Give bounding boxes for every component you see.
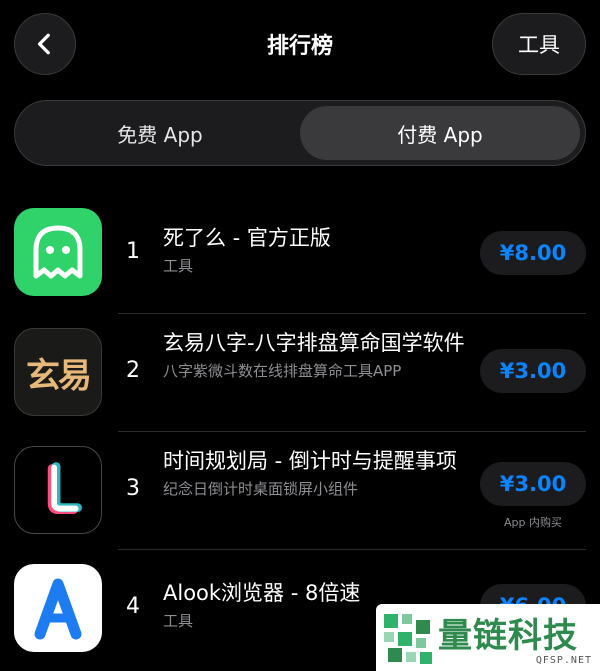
app-info: 时间规划局 - 倒计时与提醒事项 纪念日倒计时桌面锁屏小组件 — [163, 446, 473, 500]
app-name: 死了么 - 官方正版 — [163, 226, 331, 250]
app-subtitle: 纪念日倒计时桌面锁屏小组件 — [163, 480, 359, 498]
price-segment-control: 免费 App 付费 App — [14, 100, 586, 166]
page-title: 排行榜 — [266, 34, 333, 59]
app-info: 玄易八字-八字排盘算命国学软件 八字紫微斗数在线排盘算命工具APP — [163, 328, 473, 382]
tools-button[interactable]: 工具 — [492, 13, 586, 75]
watermark-text: 量链科技 — [438, 616, 578, 656]
app-info: 死了么 - 官方正版 工具 — [163, 223, 473, 277]
xuanyi-logo-text: 玄易 — [26, 355, 92, 396]
list-item[interactable]: 3 时间规划局 - 倒计时与提醒事项 纪念日倒计时桌面锁屏小组件 ¥3.00 A… — [0, 432, 600, 550]
app-subtitle: 八字紫微斗数在线排盘算命工具APP — [163, 362, 402, 380]
watermark-logo-icon — [384, 614, 432, 664]
tab-free-apps[interactable]: 免费 App — [20, 106, 300, 160]
watermark: 量链科技 QFSP.NET — [376, 604, 600, 671]
price-button[interactable]: ¥3.00 — [480, 462, 586, 506]
app-name: 时间规划局 - 倒计时与提醒事项 — [163, 449, 457, 473]
chevron-left-icon — [37, 33, 50, 55]
rank-number: 4 — [126, 594, 140, 619]
watermark-domain: QFSP.NET — [535, 655, 592, 666]
rank-number: 1 — [126, 239, 140, 264]
app-ranking-list: 1 死了么 - 官方正版 工具 ¥8.00 玄易 2 玄易八字-八字排盘算命国学… — [0, 196, 600, 668]
app-subtitle: 工具 — [163, 257, 194, 275]
app-name: 玄易八字-八字排盘算命国学软件 — [163, 331, 465, 355]
tab-paid-apps[interactable]: 付费 App — [300, 106, 580, 160]
letter-l-icon[interactable] — [14, 446, 102, 534]
back-button[interactable] — [14, 13, 76, 75]
ghost-icon[interactable] — [14, 208, 102, 296]
header: 排行榜 工具 — [0, 0, 600, 90]
price-button[interactable]: ¥8.00 — [480, 231, 586, 275]
letter-a-icon[interactable] — [14, 564, 102, 652]
ranking-page: 排行榜 工具 免费 App 付费 App 1 死了么 - 官方正版 工具 ¥8.… — [0, 0, 600, 671]
in-app-purchase-note: App 内购买 — [504, 516, 562, 529]
list-item[interactable]: 玄易 2 玄易八字-八字排盘算命国学软件 八字紫微斗数在线排盘算命工具APP ¥… — [0, 314, 600, 432]
xuanyi-logo-icon[interactable]: 玄易 — [14, 328, 102, 416]
list-item[interactable]: 1 死了么 - 官方正版 工具 ¥8.00 — [0, 196, 600, 314]
rank-number: 3 — [126, 476, 140, 501]
price-button[interactable]: ¥3.00 — [480, 349, 586, 393]
rank-number: 2 — [126, 358, 140, 383]
